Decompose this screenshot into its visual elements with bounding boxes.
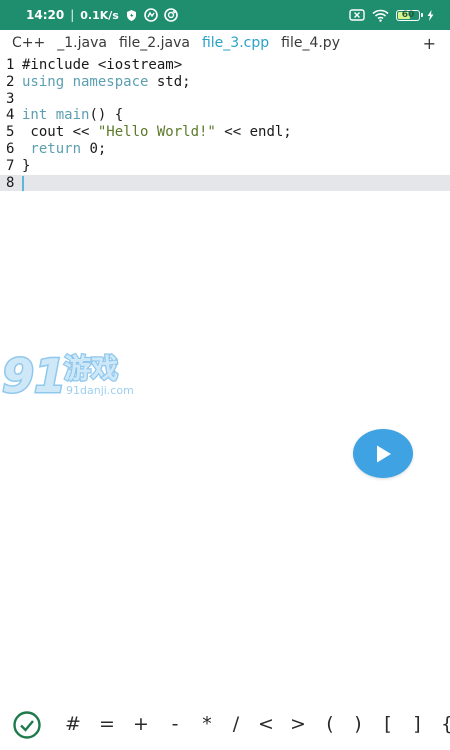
- symbol-key[interactable]: +: [131, 703, 151, 745]
- shield-icon: [125, 9, 138, 22]
- play-icon: [377, 445, 391, 462]
- notification-app-icon-2: [164, 8, 178, 22]
- code-keyword: using namespace: [22, 73, 149, 90]
- symbol-key[interactable]: -: [165, 703, 185, 745]
- status-time: 14:20: [26, 8, 65, 22]
- code-token: cout <<: [22, 124, 98, 141]
- symbol-key[interactable]: #: [63, 703, 83, 745]
- watermark-number-fill: 91: [2, 349, 66, 402]
- symbol-keyboard-bar: # = +-*/< > ()[]{: [0, 703, 450, 745]
- run-button[interactable]: [353, 429, 413, 478]
- line-number: 8: [6, 174, 15, 191]
- notification-app-icon: [144, 8, 158, 22]
- code-line[interactable]: 4 int main() {: [0, 107, 450, 124]
- symbol-key[interactable]: /: [226, 703, 246, 745]
- line-number: 4: [6, 107, 15, 124]
- line-number: 5: [6, 124, 15, 141]
- line-number: 2: [6, 73, 15, 90]
- watermark-domain: 91danji.com: [66, 384, 134, 397]
- code-line[interactable]: 1 #include <iostream>: [0, 57, 450, 74]
- status-bar: 14:20 | 0.1K/s 60: [0, 0, 450, 30]
- code-text[interactable]: return 0;: [22, 141, 106, 158]
- symbol-key[interactable]: =: [97, 703, 117, 745]
- code-line[interactable]: 5 cout << "Hello World!" << endl;: [0, 124, 450, 141]
- code-keyword: int main: [22, 107, 90, 124]
- code-token: 0;: [81, 140, 107, 157]
- symbol-key[interactable]: {: [437, 703, 450, 745]
- code-string: "Hello World!": [97, 124, 216, 141]
- code-token: std;: [148, 73, 191, 90]
- tab-cpp[interactable]: C++: [6, 30, 51, 57]
- add-tab-button[interactable]: +: [423, 30, 436, 57]
- tab-file-2-java[interactable]: file_2.java: [113, 30, 196, 57]
- status-right: 60: [349, 9, 434, 22]
- line-number: 3: [6, 90, 15, 107]
- symbol-key[interactable]: <: [256, 703, 276, 745]
- symbol-key[interactable]: >: [288, 703, 308, 745]
- code-line[interactable]: 2 using namespace std;: [0, 74, 450, 91]
- code-text[interactable]: cout << "Hello World!" << endl;: [22, 124, 292, 141]
- code-token: () {: [89, 107, 124, 124]
- code-text[interactable]: using namespace std;: [22, 74, 191, 91]
- code-token: << endl;: [215, 124, 292, 141]
- file-tab-bar: C++ _1.java file_2.java file_3.cpp file_…: [0, 30, 450, 57]
- code-text[interactable]: #include <iostream>: [22, 57, 182, 74]
- battery-icon: 60: [396, 9, 423, 21]
- code-keyword: return: [22, 140, 82, 157]
- symbol-key[interactable]: [: [378, 703, 398, 745]
- code-line[interactable]: 6 return 0;: [0, 141, 450, 158]
- code-line[interactable]: 3: [0, 91, 450, 108]
- tab-file-3-cpp[interactable]: file_3.cpp: [196, 30, 275, 57]
- watermark-brand-fill: 游戏: [64, 354, 118, 385]
- code-token: #include <iostream>: [22, 57, 183, 73]
- code-text[interactable]: int main() {: [22, 107, 123, 124]
- sim-card-icon: [349, 9, 365, 21]
- symbol-key[interactable]: ]: [407, 703, 427, 745]
- tab-file-4-py[interactable]: file_4.py: [275, 30, 346, 57]
- code-text[interactable]: }: [22, 158, 30, 175]
- code-token: }: [22, 157, 31, 174]
- line-number: 6: [6, 140, 15, 157]
- code-line[interactable]: 8: [0, 174, 450, 192]
- charging-bolt-icon: [427, 9, 434, 21]
- tab-1-java[interactable]: _1.java: [51, 30, 113, 57]
- status-left: 14:20 | 0.1K/s: [26, 8, 349, 22]
- symbol-key[interactable]: *: [197, 703, 217, 745]
- code-editor[interactable]: 1 #include <iostream> 2 using namespace std…: [0, 57, 450, 192]
- code-line[interactable]: 7}: [0, 158, 450, 175]
- check-circle-icon[interactable]: [12, 710, 42, 740]
- wifi-icon: [372, 9, 389, 22]
- line-number: 7: [6, 157, 15, 174]
- line-number: 1: [6, 57, 15, 73]
- symbol-key[interactable]: (: [320, 703, 340, 745]
- network-speed: 0.1K/s: [80, 8, 119, 22]
- text-cursor: [22, 175, 24, 191]
- watermark-logo: 91 91 游戏 游戏 91danji.com: [1, 348, 137, 405]
- symbol-key[interactable]: ): [348, 703, 368, 745]
- status-separator: |: [70, 8, 75, 22]
- battery-level: 60: [401, 9, 415, 20]
